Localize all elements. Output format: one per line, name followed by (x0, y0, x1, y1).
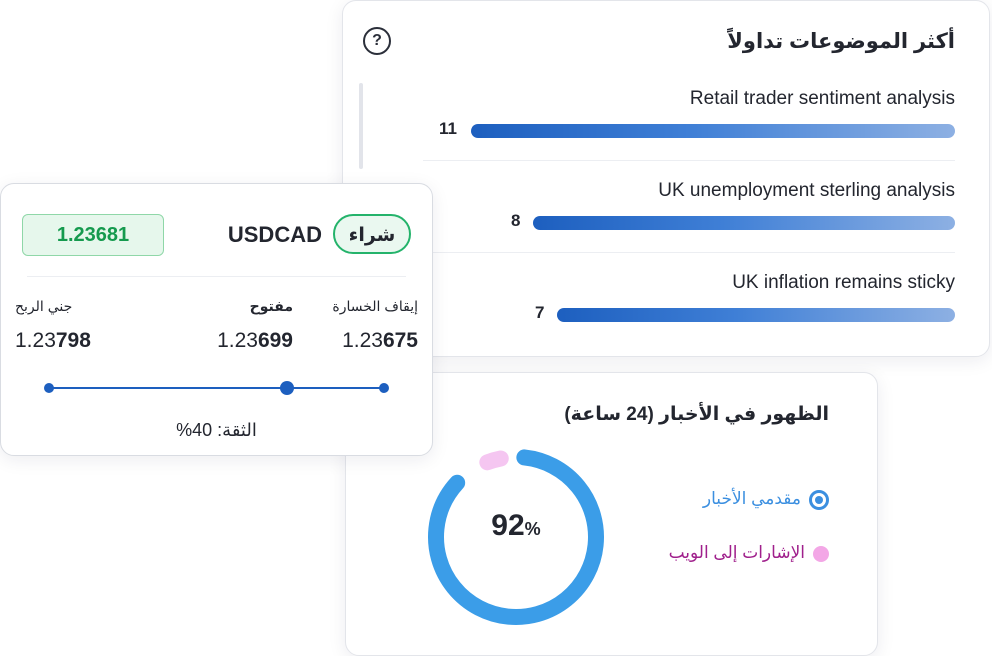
topic-label: Retail trader sentiment analysis (689, 88, 955, 109)
current-price: 1.23681 (22, 214, 164, 256)
confidence-text: الثقة: 40% (176, 420, 257, 440)
divider (423, 252, 955, 253)
value-suffix: 675 (382, 329, 418, 352)
scrollbar[interactable] (359, 83, 363, 169)
pink-dot-icon (813, 545, 829, 562)
percent-value: 92% (418, 509, 614, 543)
stop-loss-column: إيقاف الخسارة 1.23675 (298, 298, 418, 353)
topic-count: 7 (535, 303, 545, 322)
open-label: مفتوح (249, 298, 293, 314)
take-profit-label: جني الربح (15, 298, 73, 314)
value-suffix: 798 (55, 329, 91, 352)
divider (27, 276, 406, 277)
percent-number: 92 (491, 509, 525, 542)
trending-topics-title: أكثر الموضوعات تداولاً (727, 30, 955, 53)
legend-label: مقدمي الأخبار (702, 489, 801, 508)
take-profit-column: جني الربح 1.23798 (15, 298, 135, 353)
topic-bar (471, 124, 955, 138)
value-prefix: 1.23 (217, 329, 258, 352)
take-profit-marker (44, 383, 54, 393)
legend-item-news-providers[interactable]: مقدمي الأخبار (703, 489, 829, 510)
trending-topics-card: أكثر الموضوعات تداولاً ? Retail trader s… (342, 0, 990, 357)
topic-bar (533, 216, 955, 230)
legend-item-web-mentions[interactable]: الإشارات إلى الويب (669, 543, 829, 563)
topic-label: UK inflation remains sticky (732, 272, 955, 293)
percent-symbol: % (524, 519, 541, 539)
stop-loss-value: 1.23675 (298, 329, 418, 353)
currency-pair: USDCAD (227, 222, 322, 247)
help-icon[interactable]: ? (363, 27, 391, 55)
open-value: 1.23699 (173, 329, 293, 353)
news-exposure-title: الظهور في الأخبار (24 ساعة) (564, 404, 829, 425)
topic-label: UK unemployment sterling analysis (658, 180, 955, 201)
legend-label: الإشارات إلى الويب (668, 543, 805, 562)
radio-dot-icon (809, 489, 829, 510)
stop-loss-label: إيقاف الخسارة (332, 298, 418, 314)
open-marker (280, 381, 294, 395)
price-range-track (48, 387, 385, 389)
topic-count: 8 (511, 211, 521, 230)
value-prefix: 1.23 (15, 329, 56, 352)
value-prefix: 1.23 (342, 329, 383, 352)
trade-signal-card: شراء USDCAD 1.23681 إيقاف الخسارة 1.2367… (0, 183, 433, 456)
stop-loss-marker (379, 383, 389, 393)
topic-bar (557, 308, 955, 322)
divider (423, 160, 955, 161)
take-profit-value: 1.23798 (15, 329, 135, 353)
buy-button[interactable]: شراء (333, 214, 411, 254)
topic-count: 11 (439, 119, 457, 138)
open-column: مفتوح 1.23699 (173, 298, 293, 353)
value-suffix: 699 (257, 329, 293, 352)
